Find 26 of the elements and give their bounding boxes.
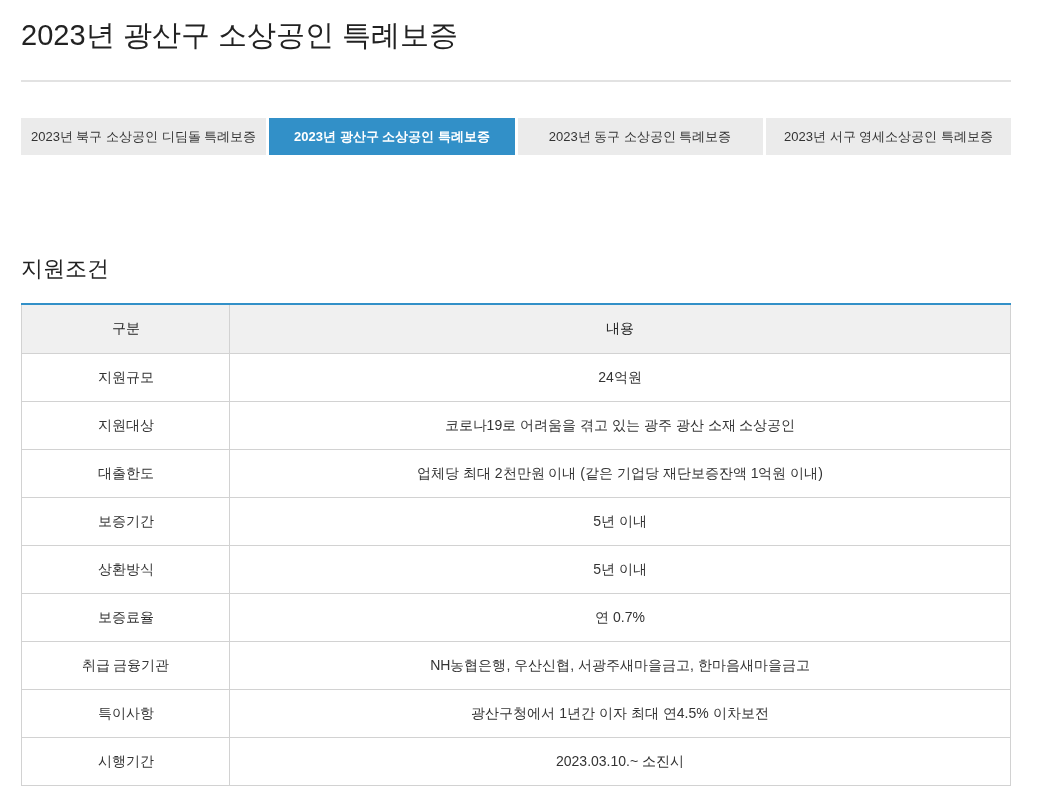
table-cell: 취급 금융기관 [21,641,230,689]
table-cell: 24억원 [229,353,1011,401]
table-cell: 지원규모 [21,353,230,401]
tab[interactable]: 2023년 북구 소상공인 디딤돌 특례보증 [21,118,267,155]
table-cell: 업체당 최대 2천만원 이내 (같은 기업당 재단보증잔액 1억원 이내) [229,449,1011,497]
table-cell: 지원대상 [21,401,230,449]
tab[interactable]: 2023년 동구 소상공인 특례보증 [517,118,763,155]
table-cell: 보증기간 [21,497,230,545]
table-cell: 상환방식 [21,545,230,593]
table-cell: 코로나19로 어려움을 겪고 있는 광주 광산 소재 소상공인 [229,401,1011,449]
table-cell: 보증료율 [21,593,230,641]
table-cell: 2023.03.10.~ 소진시 [229,737,1011,785]
table-cell: 특이사항 [21,689,230,737]
table-cell: 광산구청에서 1년간 이자 최대 연4.5% 이차보전 [229,689,1011,737]
table-cell: 연 0.7% [229,593,1011,641]
table-cell: NH농협은행, 우산신협, 서광주새마을금고, 한마음새마을금고 [229,641,1011,689]
tab[interactable]: 2023년 광산구 소상공인 특례보증 [269,118,515,155]
table-cell: 5년 이내 [229,545,1011,593]
table-cell: 시행기간 [21,737,230,785]
section-title: 지원조건 [21,255,110,283]
table-cell: 5년 이내 [229,497,1011,545]
tab[interactable]: 2023년 서구 영세소상공인 특례보증 [765,118,1011,155]
column-header: 내용 [229,304,1011,353]
column-header: 구분 [21,304,230,353]
table-cell: 대출한도 [21,449,230,497]
page-title: 2023년 광산구 소상공인 특례보증 [21,14,1011,82]
